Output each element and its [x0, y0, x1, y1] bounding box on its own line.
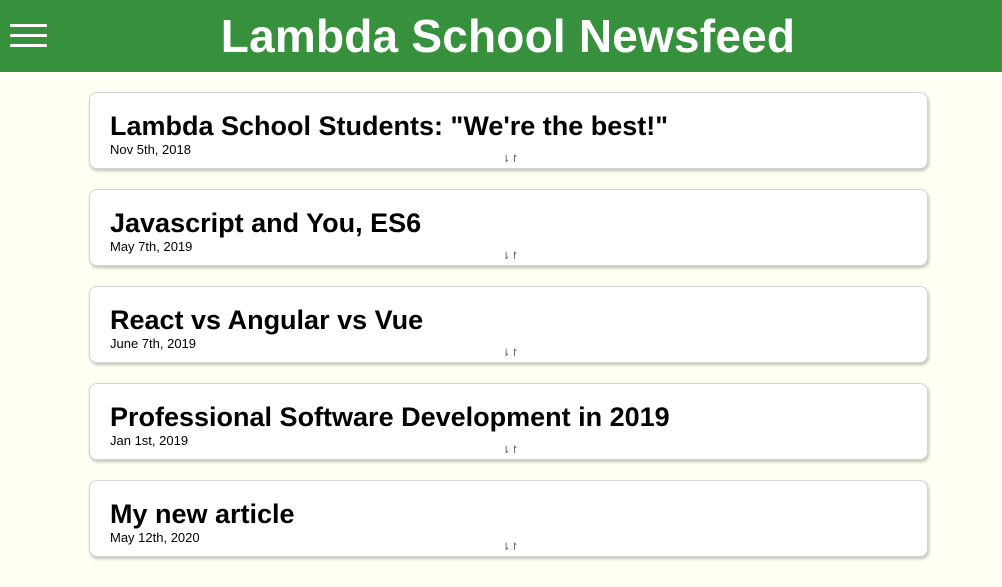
article-card[interactable]: Professional Software Development in 201… [89, 383, 928, 460]
menu-bar-top [10, 24, 47, 27]
header: Lambda School Newsfeed [0, 0, 1002, 72]
article-list: Lambda School Students: "We're the best!… [89, 92, 928, 577]
article-card[interactable]: My new article May 12th, 2020 ⇂↾ [89, 480, 928, 557]
menu-bar-bottom [10, 44, 47, 47]
article-card[interactable]: Lambda School Students: "We're the best!… [89, 92, 928, 169]
article-title: React vs Angular vs Vue [110, 305, 424, 335]
article-card[interactable]: React vs Angular vs Vue June 7th, 2019 ⇂… [89, 286, 928, 363]
article-title: Lambda School Students: "We're the best!… [110, 111, 669, 141]
expand-toggle-icon[interactable]: ⇂↾ [502, 542, 519, 554]
menu-bar-middle [10, 34, 47, 37]
expand-toggle-icon[interactable]: ⇂↾ [502, 348, 519, 360]
article-title: Professional Software Development in 201… [110, 402, 670, 432]
article-title: Javascript and You, ES6 [110, 208, 422, 238]
article-card[interactable]: Javascript and You, ES6 May 7th, 2019 ⇂↾ [89, 189, 928, 266]
expand-toggle-icon[interactable]: ⇂↾ [502, 154, 519, 166]
hamburger-menu-icon[interactable] [10, 23, 47, 49]
article-title: My new article [110, 499, 295, 529]
expand-toggle-icon[interactable]: ⇂↾ [502, 445, 519, 457]
expand-toggle-icon[interactable]: ⇂↾ [502, 251, 519, 263]
page-title: Lambda School Newsfeed [220, 10, 796, 62]
